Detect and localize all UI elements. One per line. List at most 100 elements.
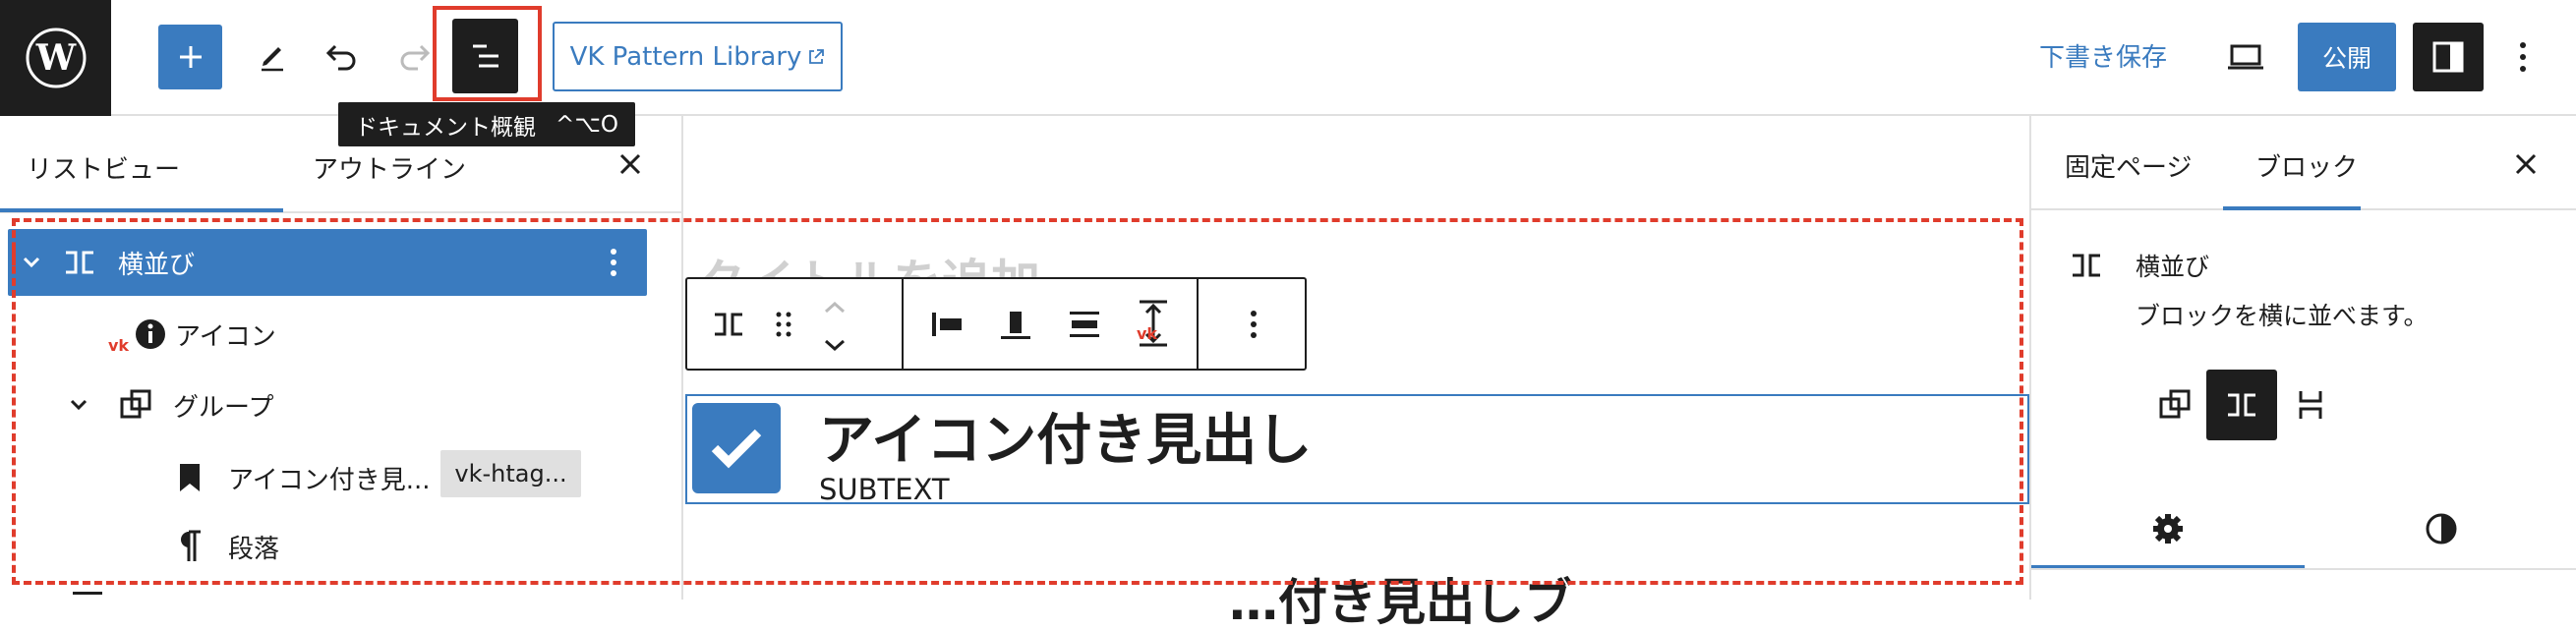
move-down-button[interactable] bbox=[815, 328, 854, 362]
list-item-paragraph-block[interactable]: 段落 bbox=[8, 513, 647, 580]
block-description: ブロックを横に並べます。 bbox=[2136, 302, 2429, 330]
drag-handle[interactable] bbox=[764, 299, 803, 350]
block-options-button[interactable] bbox=[1226, 299, 1281, 350]
move-up-button[interactable] bbox=[815, 291, 854, 324]
close-settings-button[interactable] bbox=[2505, 143, 2547, 185]
styles-tab-button[interactable] bbox=[2305, 489, 2576, 568]
list-item-row-block[interactable]: 横並び bbox=[8, 229, 647, 296]
tab-block[interactable]: ブロック bbox=[2255, 147, 2358, 184]
laptop-icon bbox=[2228, 44, 2263, 70]
variation-row-button[interactable] bbox=[2206, 370, 2277, 440]
list-view-panel: リストビュー アウトライン 横並び アイコン グループ アイコン付き見... v… bbox=[0, 116, 683, 600]
wordpress-logo-icon[interactable]: W bbox=[0, 0, 111, 116]
list-item-label: アイコン bbox=[175, 321, 276, 352]
pattern-library-button[interactable]: VK Pattern Library bbox=[553, 22, 843, 91]
chevron-up-icon bbox=[825, 301, 845, 314]
highlight-frame bbox=[433, 6, 542, 101]
group-icon bbox=[120, 389, 151, 419]
list-item-heading-block[interactable]: アイコン付き見... vk-htag... bbox=[8, 444, 647, 511]
undo-icon bbox=[325, 44, 356, 71]
check-icon bbox=[711, 429, 762, 469]
redo-icon bbox=[400, 44, 431, 71]
edit-tool-button[interactable] bbox=[246, 29, 301, 85]
heading-subtext[interactable]: SUBTEXT bbox=[819, 473, 950, 506]
gear-icon bbox=[2153, 514, 2183, 544]
publish-button[interactable]: 公開 bbox=[2298, 23, 2396, 91]
info-icon bbox=[136, 319, 165, 349]
external-link-icon bbox=[809, 48, 825, 64]
vertical-align-button[interactable] bbox=[988, 299, 1043, 350]
settings-tab-button[interactable] bbox=[2031, 489, 2305, 568]
close-icon bbox=[619, 153, 641, 175]
pencil-icon bbox=[262, 47, 283, 72]
settings-sidebar-button[interactable] bbox=[2413, 23, 2484, 91]
highlight-marker bbox=[12, 244, 16, 265]
tab-outline[interactable]: アウトライン bbox=[313, 149, 466, 186]
document-overview-tooltip: ドキュメント概観 ^⌥O bbox=[338, 102, 635, 146]
heading-text[interactable]: アイコン付き見出し bbox=[819, 396, 1312, 476]
list-item-label: 段落 bbox=[228, 534, 280, 564]
more-vertical-icon bbox=[2520, 42, 2526, 72]
pattern-library-label: VK Pattern Library bbox=[569, 41, 802, 72]
tab-list-view[interactable]: リストビュー bbox=[27, 149, 180, 186]
block-toolbar bbox=[685, 277, 1307, 371]
check-icon-box bbox=[692, 403, 781, 493]
active-tab-indicator bbox=[2223, 206, 2361, 210]
bookmark-icon bbox=[180, 464, 200, 491]
partial-item-icon bbox=[73, 592, 102, 595]
options-menu-button[interactable] bbox=[2501, 29, 2545, 85]
list-item-icon-block[interactable]: アイコン bbox=[8, 301, 647, 368]
list-item-label: グループ bbox=[173, 392, 274, 423]
justify-stretch-button[interactable] bbox=[1057, 299, 1112, 350]
undo-button[interactable] bbox=[315, 29, 370, 85]
tooltip-label: ドキュメント概観 bbox=[355, 114, 537, 141]
list-item-label: 横並び bbox=[118, 250, 196, 280]
more-vertical-icon[interactable] bbox=[610, 248, 617, 277]
stack-icon bbox=[2299, 391, 2322, 419]
contrast-icon bbox=[2426, 513, 2457, 545]
justify-stretch-icon bbox=[1070, 312, 1099, 337]
columns-icon bbox=[2073, 254, 2100, 277]
columns-icon bbox=[2228, 393, 2255, 417]
sidebar-icon bbox=[2432, 41, 2464, 73]
chevron-down-icon[interactable] bbox=[22, 256, 41, 269]
block-name: 横並び bbox=[2136, 253, 2210, 281]
plus-icon bbox=[179, 46, 202, 68]
drag-handle-icon bbox=[776, 312, 791, 337]
save-draft-button[interactable]: 下書き保存 bbox=[2039, 37, 2167, 74]
vk-badge-icon: vk bbox=[1137, 324, 1158, 343]
justify-left-icon bbox=[932, 313, 962, 336]
partial-heading-below: …付き見出しブ bbox=[1229, 574, 1573, 631]
chevron-down-icon bbox=[825, 339, 845, 352]
toolbar-separator bbox=[1197, 279, 1199, 369]
active-tab-indicator bbox=[0, 208, 283, 212]
block-type-button[interactable] bbox=[701, 299, 756, 350]
toolbar-separator bbox=[902, 279, 904, 369]
more-vertical-icon bbox=[1251, 311, 1257, 338]
variation-group-button[interactable] bbox=[2139, 370, 2210, 440]
align-bottom-icon bbox=[1001, 312, 1030, 339]
add-block-button[interactable] bbox=[158, 25, 222, 89]
list-item-group-block[interactable]: グループ bbox=[8, 372, 647, 438]
spacing-button[interactable] bbox=[1126, 293, 1181, 354]
group-icon bbox=[2159, 389, 2191, 419]
settings-panel: 固定ページ ブロック 横並び ブロックを横に並べます。 bbox=[2029, 116, 2576, 600]
close-list-view-button[interactable] bbox=[610, 143, 651, 185]
paragraph-icon bbox=[181, 530, 201, 561]
list-item-label: アイコン付き見... bbox=[228, 465, 431, 495]
chevron-down-icon[interactable] bbox=[69, 398, 88, 412]
tooltip-shortcut: ^⌥O bbox=[556, 111, 618, 138]
preview-button[interactable] bbox=[2216, 29, 2275, 85]
variation-stack-button[interactable] bbox=[2275, 370, 2346, 440]
tab-page[interactable]: 固定ページ bbox=[2065, 147, 2192, 184]
svg-text:W: W bbox=[34, 37, 76, 79]
vk-badge-icon: vk bbox=[108, 336, 130, 355]
columns-icon bbox=[715, 313, 742, 336]
justify-left-button[interactable] bbox=[919, 299, 974, 350]
panel-divider bbox=[2031, 568, 2576, 570]
heading-block[interactable]: アイコン付き見出し SUBTEXT bbox=[685, 394, 2029, 506]
close-icon bbox=[2515, 153, 2537, 175]
block-class-badge: vk-htag... bbox=[440, 450, 581, 497]
editor-top-bar: W VK Pattern Library 下書き保存 公開 bbox=[0, 0, 2576, 116]
columns-icon bbox=[66, 251, 93, 274]
